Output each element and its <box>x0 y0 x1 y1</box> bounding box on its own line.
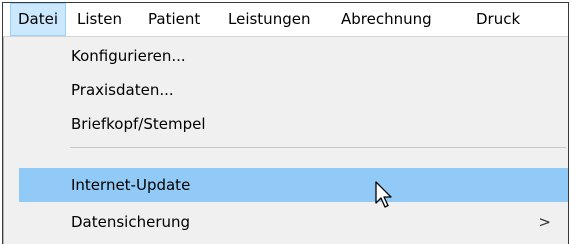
menu-patient[interactable]: Patient <box>148 3 200 36</box>
menu-item-label: Konfigurieren... <box>71 47 186 65</box>
menu-listen[interactable]: Listen <box>77 3 122 36</box>
menu-abrechnung[interactable]: Abrechnung <box>341 3 432 36</box>
menu-item-label: Briefkopf/Stempel <box>71 115 206 133</box>
menu-bar: Datei Listen Patient Leistungen Abrechnu… <box>3 3 568 37</box>
chevron-right-icon: > <box>538 213 551 231</box>
menu-datei[interactable]: Datei <box>10 3 66 36</box>
menu-item-label: Datensicherung <box>71 213 191 231</box>
menu-item-label: Praxisdaten... <box>71 81 174 99</box>
mouse-pointer-icon <box>375 181 392 208</box>
menu-item-praxisdaten[interactable]: Praxisdaten... <box>19 73 568 107</box>
menu-item-konfigurieren[interactable]: Konfigurieren... <box>19 39 568 73</box>
datei-dropdown-menu: Konfigurieren... Praxisdaten... Briefkop… <box>3 37 568 244</box>
menu-leistungen[interactable]: Leistungen <box>228 3 310 36</box>
menu-separator <box>70 147 566 148</box>
menu-item-label: Internet-Update <box>71 176 191 194</box>
menu-item-internet-update[interactable]: Internet-Update <box>19 168 568 202</box>
menu-druck[interactable]: Druck <box>476 3 520 36</box>
menu-item-briefkopf-stempel[interactable]: Briefkopf/Stempel <box>19 107 568 141</box>
menu-item-datensicherung[interactable]: Datensicherung > <box>19 205 568 239</box>
